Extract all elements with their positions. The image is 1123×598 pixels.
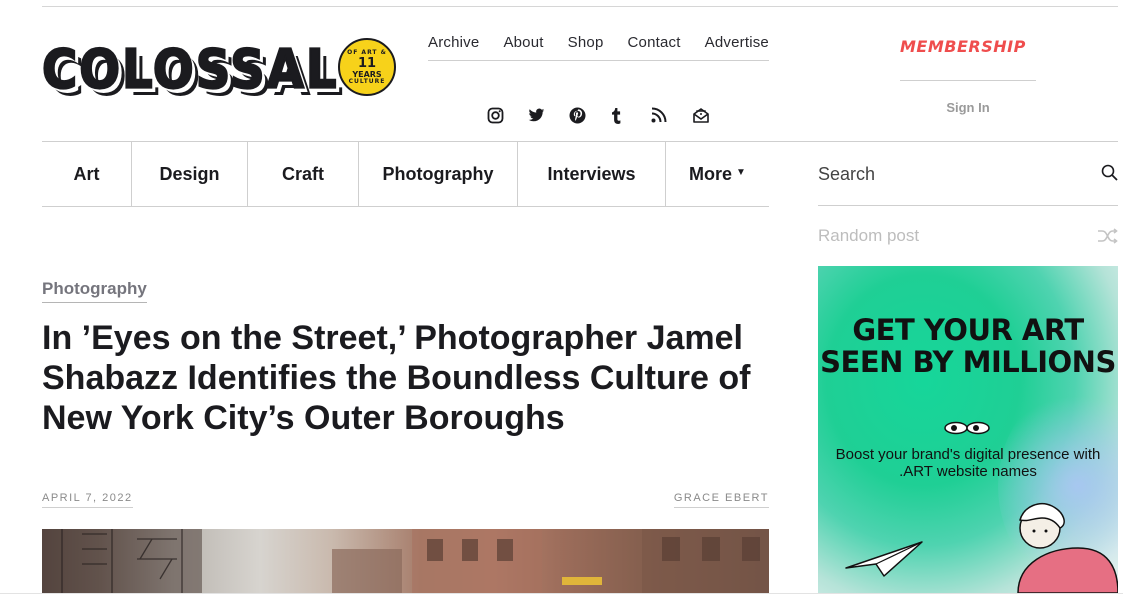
bottom-divider [0, 593, 1123, 594]
anniversary-badge: OF ART & 11 YEARS CULTURE [338, 38, 396, 96]
search-input[interactable] [818, 160, 1088, 188]
sign-in-link[interactable]: Sign In [900, 100, 1036, 115]
header-divider [769, 141, 1118, 142]
illustrated-person-icon [998, 498, 1118, 593]
search-box [818, 152, 1118, 206]
top-nav: Archive About Shop Contact Advertise [428, 34, 769, 61]
article-date: APRIL 7, 2022 [42, 492, 133, 508]
shuffle-icon [1097, 228, 1118, 249]
category-label: More [689, 163, 733, 184]
ad-headline: GET YOUR ART SEEN BY MILLIONS [820, 313, 1116, 379]
category-label: Craft [281, 163, 324, 184]
membership-link[interactable]: MEMBERSHIP [900, 37, 1026, 56]
eyes-icon [942, 421, 992, 440]
tumblr-icon[interactable] [610, 105, 651, 125]
category-nav: Art Design Craft Photography Interviews … [42, 141, 769, 207]
top-divider [42, 6, 1118, 7]
category-photography[interactable]: Photography [359, 142, 518, 206]
badge-number: 11 [357, 55, 377, 71]
social-links [487, 105, 733, 125]
ad-subtext: Boost your brand's digital presence with… [835, 446, 1101, 480]
article-hero-image [42, 529, 769, 593]
category-craft[interactable]: Craft [248, 142, 359, 206]
rss-icon[interactable] [651, 105, 692, 125]
caret-down-icon: ▼ [736, 166, 746, 178]
random-post-label: Random post [818, 226, 920, 245]
newsletter-icon[interactable] [692, 105, 733, 125]
paper-plane-icon [844, 538, 924, 583]
category-label: Art [73, 163, 100, 184]
category-label: Design [159, 163, 220, 184]
category-label: Interviews [547, 163, 636, 184]
search-icon[interactable] [1101, 164, 1118, 186]
article-title: In ’Eyes on the Street,’ Photographer Ja… [42, 319, 751, 437]
category-art[interactable]: Art [42, 142, 132, 206]
nav-contact[interactable]: Contact [628, 34, 681, 51]
article-category[interactable]: Photography [42, 279, 147, 303]
twitter-icon[interactable] [528, 105, 569, 125]
site-logo[interactable]: COLOSSAL OF ART & 11 YEARS CULTURE [41, 36, 396, 102]
sidebar-ad[interactable]: GET YOUR ART SEEN BY MILLIONS Boost your… [818, 266, 1118, 593]
badge-bottom-text: CULTURE [348, 77, 386, 85]
category-more[interactable]: More ▼ [666, 142, 769, 206]
category-label: Photography [382, 163, 494, 184]
logo-wordmark: COLOSSAL [41, 37, 339, 102]
category-interviews[interactable]: Interviews [518, 142, 666, 206]
nav-shop[interactable]: Shop [568, 34, 604, 51]
membership-divider [900, 80, 1036, 81]
instagram-icon[interactable] [487, 105, 528, 125]
nav-archive[interactable]: Archive [428, 34, 479, 51]
pinterest-icon[interactable] [569, 105, 610, 125]
article-author[interactable]: GRACE EBERT [673, 492, 769, 508]
nav-about[interactable]: About [503, 34, 543, 51]
category-design[interactable]: Design [132, 142, 248, 206]
random-post-link[interactable]: Random post [818, 226, 1118, 248]
badge-top-text: OF ART & [347, 48, 387, 56]
nav-advertise[interactable]: Advertise [705, 34, 769, 51]
